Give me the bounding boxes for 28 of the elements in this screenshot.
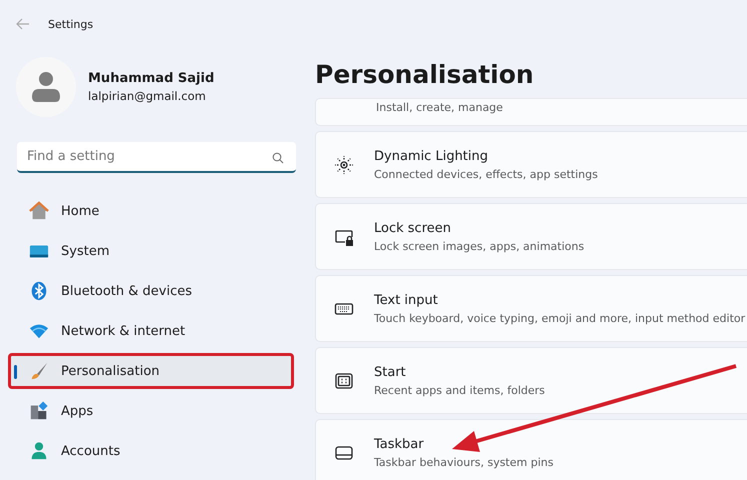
- user-name: Muhammad Sajid: [88, 71, 214, 86]
- sidebar-item[interactable]: Bluetooth & devices: [8, 273, 294, 309]
- settings-card[interactable]: Lock screen Lock screen images, apps, animations: [315, 203, 747, 270]
- sidebar-item[interactable]: Personalisation: [8, 353, 294, 389]
- settings-card[interactable]: Dynamic Lighting Connected devices, effects, app settings: [315, 131, 747, 198]
- sidebar-item[interactable]: Accounts: [8, 433, 294, 469]
- sidebar-item[interactable]: Home: [8, 193, 294, 229]
- search-field[interactable]: Find a setting: [17, 142, 296, 173]
- sidebar-item[interactable]: Network & internet: [8, 313, 294, 349]
- settings-card[interactable]: Start Recent apps and items, folders: [315, 347, 747, 414]
- page-title: Personalisation: [315, 59, 535, 91]
- paintbrush-icon: [29, 361, 49, 381]
- settings-card[interactable]: Taskbar Taskbar behaviours, system pins: [315, 419, 747, 480]
- selection-indicator: [14, 365, 17, 379]
- bluetooth-icon: [29, 281, 49, 301]
- settings-card[interactable]: Install, create, manage: [315, 98, 747, 126]
- back-arrow-icon[interactable]: [16, 18, 30, 30]
- apps-icon: [29, 401, 49, 421]
- person-icon: [29, 441, 49, 461]
- settings-card[interactable]: Text input Touch keyboard, voice typing, emoji and more, input method editor: [315, 275, 747, 342]
- sidebar-item[interactable]: Apps: [8, 393, 294, 429]
- sidebar-item[interactable]: System: [8, 233, 294, 269]
- home-icon: [29, 201, 49, 221]
- user-email: lalpirian@gmail.com: [88, 89, 207, 103]
- window-title: Settings: [48, 18, 94, 30]
- search-icon: [272, 152, 284, 164]
- sun-icon: [334, 154, 354, 174]
- start-menu-icon: [334, 370, 354, 390]
